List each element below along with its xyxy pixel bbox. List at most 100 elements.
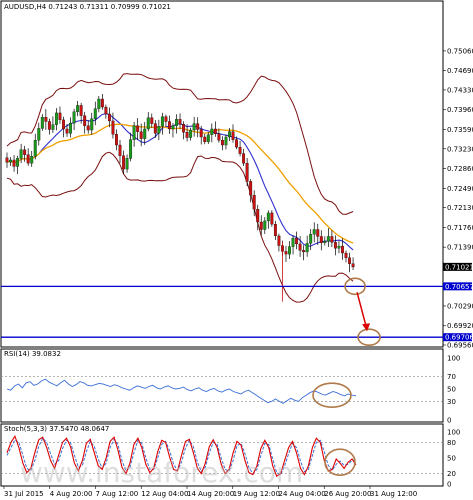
candle-body [115, 134, 118, 146]
watermark: www.instaforex.com [20, 456, 303, 489]
candle-body [44, 117, 48, 122]
candle-body [157, 126, 161, 134]
x-tick-label: 31 Aug 12:00 [370, 490, 417, 498]
candle-body [288, 246, 291, 255]
level-label: 0.70657 [445, 283, 473, 291]
price-y-tick-label: 0.73230 [447, 145, 473, 153]
candle-body [125, 158, 129, 170]
candle-body [256, 209, 260, 223]
price-y-tick-label: 0.71390 [447, 244, 473, 252]
candle-body [111, 120, 115, 135]
stoch-y-tick-label: 0 [447, 481, 451, 489]
candle-body [344, 252, 348, 258]
x-tick-label: 4 Aug 20:00 [50, 490, 93, 498]
candle-body [37, 128, 41, 141]
candle-body [26, 154, 30, 164]
candle-body [199, 129, 203, 138]
candle-body [175, 119, 178, 126]
candle-body [238, 146, 242, 154]
candle-body [19, 149, 23, 159]
candle-body [178, 119, 182, 125]
candle-body [122, 155, 125, 170]
candle-body [316, 229, 320, 237]
candle-body [83, 115, 87, 126]
candle-body [58, 112, 62, 121]
candle-body [118, 144, 122, 156]
x-tick-label: 14 Aug 20:00 [187, 490, 234, 498]
stoch-y-tick-label: 20 [447, 470, 456, 478]
price-y-tick-label: 0.73590 [447, 126, 473, 134]
candle-body [47, 121, 51, 130]
rsi-panel: 100 70 50 30 0 RSI(14) 39.0832 [0, 348, 460, 425]
candle-body [12, 159, 16, 167]
candle-body [245, 163, 249, 182]
candle-body [160, 116, 164, 127]
candle-body [312, 229, 316, 235]
price-panel-frame [0, 0, 444, 348]
candle-body [153, 123, 157, 134]
candle-body [231, 131, 235, 140]
x-tick-label: 7 Aug 12:00 [96, 490, 139, 498]
candle-body [129, 139, 133, 159]
rsi-y-tick-label: 100 [447, 355, 460, 363]
candle-body [235, 139, 238, 148]
price-y-tick-label: 0.70290 [447, 302, 473, 310]
rsi-y-tick-label: 50 [447, 386, 456, 394]
x-tick-label: 26 Aug 20:00 [324, 490, 371, 498]
rsi-y-tick-label: 70 [447, 373, 456, 381]
rsi-y-tick-label: 0 [447, 417, 451, 425]
candle-body [164, 116, 168, 122]
candle-body [51, 124, 55, 130]
candle-body [252, 195, 256, 210]
rsi-panel-frame [0, 348, 444, 423]
candle-body [5, 157, 9, 163]
candle-body [139, 131, 143, 139]
candle-body [86, 125, 90, 131]
stoch-y-tick-label: 50 [447, 455, 456, 463]
candle-body [270, 212, 274, 225]
candle-body [217, 133, 221, 141]
candle-body [277, 235, 281, 246]
candle-body [40, 117, 44, 129]
candle-body [273, 224, 277, 237]
candle-body [9, 159, 12, 163]
candle-body [206, 134, 210, 142]
price-y-tick-label: 0.72130 [447, 204, 473, 212]
candle-body [210, 128, 214, 135]
candle-body [224, 136, 228, 146]
price-y-tick-label: 0.75060 [447, 47, 473, 55]
candle-body [295, 237, 299, 245]
candle-body [93, 108, 97, 119]
candle-body [242, 153, 246, 164]
candle-body [167, 121, 171, 130]
candle-body [263, 220, 267, 230]
stoch-y-tick-label: 80 [447, 439, 456, 447]
x-tick-label: 19 Aug 12:00 [233, 490, 280, 498]
price-y-ticks: 0.75060 0.74690 0.74330 0.73960 0.73590 0.732… [443, 47, 473, 350]
candle-body [323, 241, 327, 244]
candle-body [16, 158, 20, 167]
price-y-tick-label: 0.73960 [447, 106, 473, 114]
candle-body [228, 131, 231, 138]
price-y-tick-label: 0.74690 [447, 67, 473, 75]
stoch-title: Stoch(5,3,3) 37.5470 48.0647 [4, 425, 109, 433]
price-title: AUDUSD,H4 0.71243 0.71311 0.70999 0.7102… [4, 3, 171, 11]
candle-body [348, 257, 351, 264]
candle-body [305, 243, 309, 253]
candle-body [298, 243, 302, 251]
stoch-y-tick-label: 100 [447, 429, 460, 437]
candle-body [79, 105, 83, 116]
candle-body [196, 123, 200, 130]
price-y-tick-label: 0.69920 [447, 322, 473, 330]
chart-svg: 0.75060 0.74690 0.74330 0.73960 0.73590 0.732… [0, 0, 473, 498]
candle-body [259, 221, 263, 230]
candle-body [213, 128, 217, 134]
candle-body [337, 245, 341, 249]
price-y-tick-label: 0.72860 [447, 165, 473, 173]
candle-body [284, 251, 288, 255]
candle-body [150, 117, 154, 124]
candle-body [291, 237, 295, 247]
candle-body [341, 245, 344, 254]
price-y-tick-label: 0.69560 [447, 342, 473, 350]
price-y-tick-label: 0.71760 [447, 224, 473, 232]
